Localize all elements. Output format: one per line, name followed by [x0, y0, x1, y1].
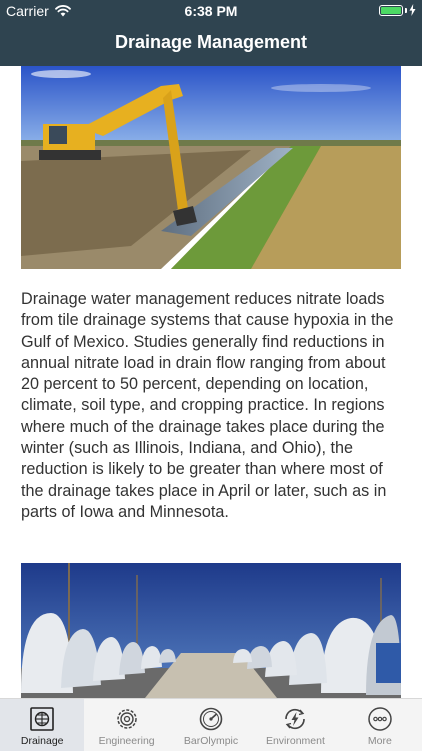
description-paragraph: Drainage water management reduces nitrat…: [21, 290, 394, 521]
app-header: Carrier 6:38 PM Drainage Management: [0, 0, 422, 66]
charging-bolt-icon: [409, 4, 416, 16]
excavator-ditch-photo: [21, 66, 401, 269]
content-scroll[interactable]: Drainage water management reduces nitrat…: [0, 66, 422, 698]
environment-icon: [285, 708, 306, 730]
tab-bar: Drainage Engineering BarOlympic Environm…: [0, 698, 422, 751]
barolympic-icon: [199, 707, 223, 731]
tab-barolympic-label: BarOlympic: [183, 735, 239, 747]
more-icon: [368, 707, 392, 731]
tab-barolympic[interactable]: BarOlympic: [169, 699, 253, 751]
tab-more-label: More: [367, 735, 392, 747]
tab-environment[interactable]: Environment: [253, 699, 337, 751]
tab-drainage[interactable]: Drainage: [0, 699, 85, 751]
tab-drainage-label: Drainage: [20, 735, 64, 747]
hoop-structures-photo: [21, 563, 401, 698]
tab-more[interactable]: More: [338, 699, 422, 751]
battery-indicator: [379, 4, 416, 16]
tab-engineering-label: Engineering: [98, 735, 155, 747]
status-bar: Carrier 6:38 PM: [0, 0, 422, 22]
tab-engineering[interactable]: Engineering: [84, 699, 168, 751]
drainage-icon: [30, 707, 55, 731]
page-title: Drainage Management: [114, 32, 308, 52]
status-time: 6:38 PM: [184, 3, 238, 19]
battery-icon: [379, 4, 403, 16]
tab-environment-label: Environment: [265, 735, 325, 747]
engineering-icon: [116, 709, 137, 729]
